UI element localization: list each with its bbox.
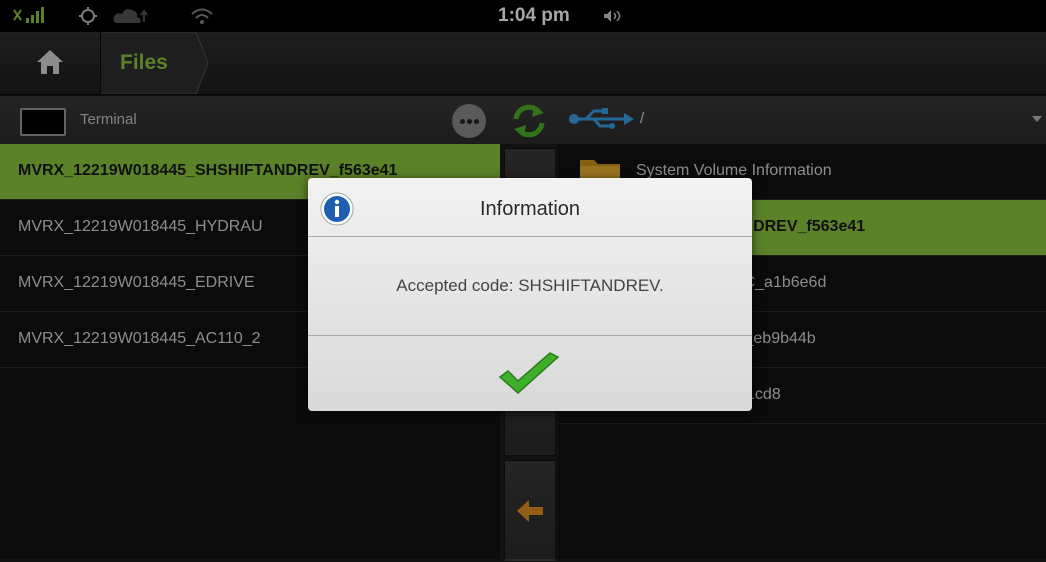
- dialog-header: Information: [308, 178, 752, 237]
- checkmark-icon: [498, 352, 560, 395]
- dialog-message: Accepted code: SHSHIFTANDREV.: [396, 276, 664, 295]
- ok-button[interactable]: [308, 336, 752, 411]
- dialog-body: Accepted code: SHSHIFTANDREV.: [308, 237, 752, 336]
- dialog-title: Information: [479, 198, 581, 220]
- information-dialog: Information Accepted code: SHSHIFTANDREV…: [308, 178, 752, 411]
